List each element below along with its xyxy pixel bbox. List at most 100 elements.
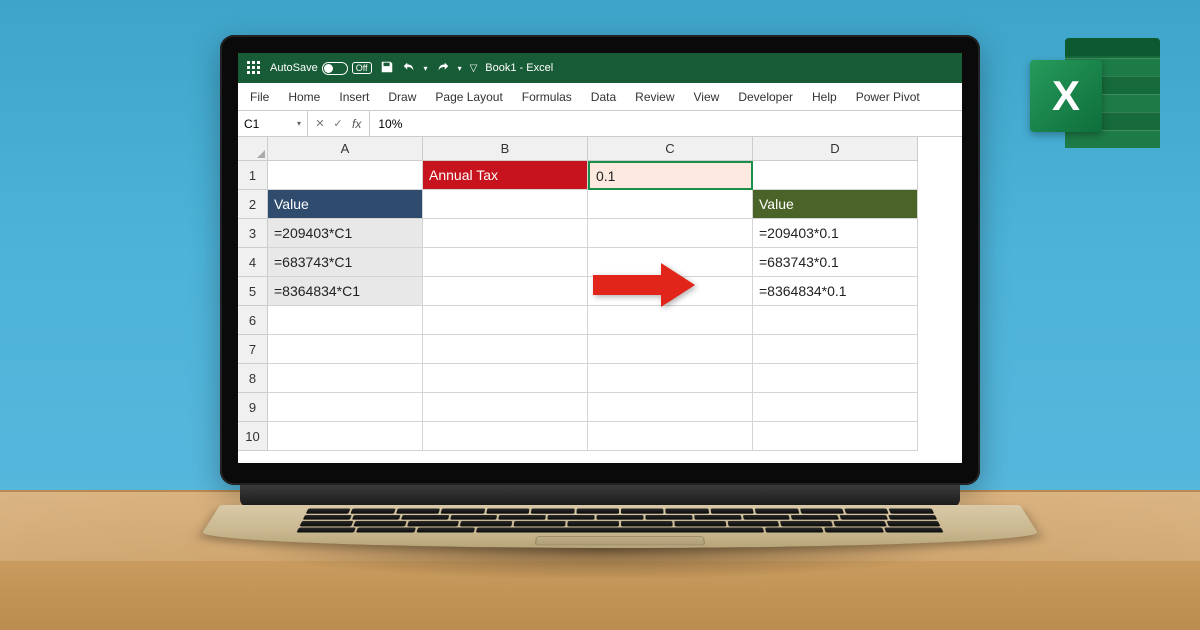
cell-c9[interactable] — [588, 393, 753, 422]
select-all-corner[interactable] — [238, 137, 268, 161]
col-header-d[interactable]: D — [753, 137, 918, 161]
formula-bar: C1 ▾ ✕ ✓ fx 10% — [238, 111, 962, 137]
enter-icon[interactable]: ✓ — [330, 117, 346, 130]
cell-b6[interactable] — [423, 306, 588, 335]
formula-bar-buttons: ✕ ✓ fx — [308, 111, 370, 136]
tab-home[interactable]: Home — [286, 86, 322, 108]
cancel-icon[interactable]: ✕ — [312, 117, 328, 130]
cell-c3[interactable] — [588, 219, 753, 248]
ribbon-tabs: File Home Insert Draw Page Layout Formul… — [238, 83, 962, 111]
row-header-7[interactable]: 7 — [238, 335, 268, 364]
excel-badge: X — [1030, 60, 1102, 132]
autosave-label: AutoSave — [270, 62, 318, 74]
cell-d2[interactable]: Value — [753, 190, 918, 219]
tab-view[interactable]: View — [692, 86, 722, 108]
cell-d10[interactable] — [753, 422, 918, 451]
undo-dropdown-icon[interactable]: ▾ — [424, 64, 428, 73]
tab-developer[interactable]: Developer — [736, 86, 795, 108]
name-box[interactable]: C1 ▾ — [238, 111, 308, 136]
cell-b5[interactable] — [423, 277, 588, 306]
laptop: AutoSave Off ▾ ▾ ▽ Book1 - Excel — [220, 35, 980, 575]
cell-d8[interactable] — [753, 364, 918, 393]
qat-overflow-icon[interactable]: ▽ — [470, 63, 478, 74]
tab-review[interactable]: Review — [633, 86, 676, 108]
cell-b10[interactable] — [423, 422, 588, 451]
save-icon[interactable] — [380, 60, 394, 77]
tab-data[interactable]: Data — [589, 86, 618, 108]
cell-b4[interactable] — [423, 248, 588, 277]
redo-dropdown-icon[interactable]: ▾ — [458, 64, 462, 73]
cell-b8[interactable] — [423, 364, 588, 393]
excel-logo-icon: X — [1030, 30, 1160, 160]
app-launcher-icon[interactable] — [246, 60, 262, 76]
cell-a8[interactable] — [268, 364, 423, 393]
cell-c7[interactable] — [588, 335, 753, 364]
screen-bezel: AutoSave Off ▾ ▾ ▽ Book1 - Excel — [220, 35, 980, 485]
cell-d9[interactable] — [753, 393, 918, 422]
cell-b7[interactable] — [423, 335, 588, 364]
title-bar: AutoSave Off ▾ ▾ ▽ Book1 - Excel — [238, 53, 962, 83]
cell-grid: Annual Tax 0.1 Value Value =209403*C1 — [268, 161, 962, 451]
cell-d6[interactable] — [753, 306, 918, 335]
cell-c1-active[interactable]: 0.1 — [588, 161, 753, 190]
tab-help[interactable]: Help — [810, 86, 839, 108]
autosave-toggle[interactable]: AutoSave Off — [270, 62, 372, 75]
cell-c4[interactable] — [588, 248, 753, 277]
fx-icon[interactable]: fx — [348, 117, 365, 131]
cell-d3[interactable]: =209403*0.1 — [753, 219, 918, 248]
chevron-down-icon: ▾ — [297, 119, 301, 128]
cell-b2[interactable] — [423, 190, 588, 219]
row-header-3[interactable]: 3 — [238, 219, 268, 248]
col-header-b[interactable]: B — [423, 137, 588, 161]
redo-icon[interactable] — [436, 60, 450, 77]
tab-formulas[interactable]: Formulas — [520, 86, 574, 108]
cell-c5[interactable] — [588, 277, 753, 306]
toggle-off-icon — [322, 62, 348, 75]
row-header-4[interactable]: 4 — [238, 248, 268, 277]
tab-file[interactable]: File — [248, 86, 271, 108]
cell-d4[interactable]: =683743*0.1 — [753, 248, 918, 277]
row-header-8[interactable]: 8 — [238, 364, 268, 393]
cell-d1[interactable] — [753, 161, 918, 190]
cell-a7[interactable] — [268, 335, 423, 364]
row-header-6[interactable]: 6 — [238, 306, 268, 335]
tab-draw[interactable]: Draw — [386, 86, 418, 108]
cell-c2[interactable] — [588, 190, 753, 219]
column-headers: A B C D — [268, 137, 918, 161]
cell-a4[interactable]: =683743*C1 — [268, 248, 423, 277]
row-header-1[interactable]: 1 — [238, 161, 268, 190]
cell-c6[interactable] — [588, 306, 753, 335]
cell-a1[interactable] — [268, 161, 423, 190]
row-header-9[interactable]: 9 — [238, 393, 268, 422]
cell-a9[interactable] — [268, 393, 423, 422]
row-headers: 1 2 3 4 5 6 7 8 9 10 — [238, 161, 268, 451]
cell-d5[interactable]: =8364834*0.1 — [753, 277, 918, 306]
tab-power-pivot[interactable]: Power Pivot — [854, 86, 922, 108]
row-header-5[interactable]: 5 — [238, 277, 268, 306]
autosave-state: Off — [352, 62, 372, 74]
cell-b9[interactable] — [423, 393, 588, 422]
name-box-value: C1 — [244, 117, 259, 131]
cell-b3[interactable] — [423, 219, 588, 248]
laptop-hinge — [240, 485, 960, 507]
formula-value: 10% — [378, 117, 402, 131]
undo-icon[interactable] — [402, 60, 416, 77]
col-header-c[interactable]: C — [588, 137, 753, 161]
cell-d7[interactable] — [753, 335, 918, 364]
cell-a2[interactable]: Value — [268, 190, 423, 219]
tab-insert[interactable]: Insert — [337, 86, 371, 108]
row-header-10[interactable]: 10 — [238, 422, 268, 451]
cell-a5[interactable]: =8364834*C1 — [268, 277, 423, 306]
cell-a3[interactable]: =209403*C1 — [268, 219, 423, 248]
tab-page-layout[interactable]: Page Layout — [433, 86, 504, 108]
cell-b1[interactable]: Annual Tax — [423, 161, 588, 190]
cell-a10[interactable] — [268, 422, 423, 451]
col-header-a[interactable]: A — [268, 137, 423, 161]
trackpad — [535, 536, 705, 545]
formula-input[interactable]: 10% — [370, 111, 962, 136]
cell-c10[interactable] — [588, 422, 753, 451]
document-title: Book1 - Excel — [485, 62, 553, 74]
cell-a6[interactable] — [268, 306, 423, 335]
row-header-2[interactable]: 2 — [238, 190, 268, 219]
cell-c8[interactable] — [588, 364, 753, 393]
